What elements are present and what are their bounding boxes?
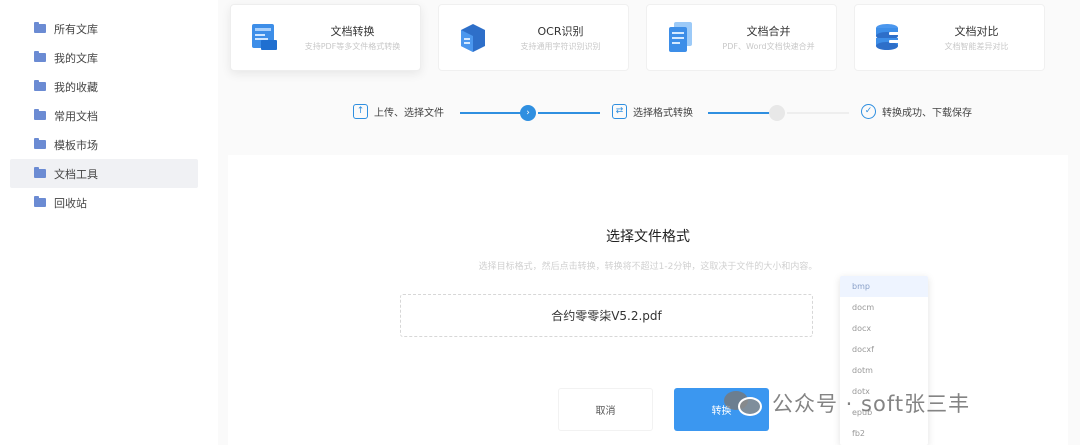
document-convert-icon <box>252 24 277 50</box>
step-connector <box>787 112 849 114</box>
sidebar-item-template-market[interactable]: 模板市场 <box>10 130 198 159</box>
tool-title: 文档合并 <box>746 25 791 38</box>
sidebar-item-label: 文档工具 <box>54 167 98 181</box>
sidebar-item-label: 我的收藏 <box>54 80 98 94</box>
step-connector <box>460 112 522 114</box>
document-merge-icon <box>669 22 692 52</box>
upload-icon: ↑ <box>353 104 368 119</box>
step-label: 上传、选择文件 <box>374 108 444 119</box>
folder-icon <box>34 22 46 33</box>
watermark: 公众号 · soft张三丰 <box>724 386 970 420</box>
file-name: 合约零零柒V5.2.pdf <box>551 309 662 323</box>
tool-title: OCR识别 <box>537 25 584 38</box>
step-upload: ↑ 上传、选择文件 <box>353 104 444 119</box>
sidebar-item-my-docs[interactable]: 我的文库 <box>10 43 198 72</box>
tool-subtitle: 文档智能差异对比 <box>944 42 1009 51</box>
progress-stepper: ↑ 上传、选择文件 › ⇄ 选择格式转换 ✓ 转换成功、下载保存 <box>218 98 1080 128</box>
format-option[interactable]: bmp <box>840 276 928 297</box>
main-content: 文档转换 支持PDF等多文件格式转换 OCR识别 支持通用字符识别识别 文档合并… <box>218 0 1080 445</box>
sidebar: 所有文库 我的文库 我的收藏 常用文档 模板市场 文档工具 回收站 <box>0 0 218 445</box>
sidebar-item-label: 所有文库 <box>54 22 98 36</box>
format-option[interactable]: docx <box>840 318 928 339</box>
step-connector <box>708 112 770 114</box>
check-circle-icon: ✓ <box>861 104 876 119</box>
step-pending-dot <box>769 105 785 121</box>
tool-card-doc-convert[interactable]: 文档转换 支持PDF等多文件格式转换 <box>230 4 421 71</box>
wechat-icon <box>724 389 764 417</box>
sidebar-item-all-docs[interactable]: 所有文库 <box>10 14 198 43</box>
format-option[interactable]: fb2 <box>840 423 928 444</box>
folder-icon <box>34 138 46 149</box>
tool-subtitle: PDF、Word文档快速合并 <box>722 42 815 51</box>
watermark-text: 公众号 · soft张三丰 <box>772 392 971 416</box>
selected-file-box[interactable]: 合约零零柒V5.2.pdf <box>400 294 813 337</box>
tool-title: 文档对比 <box>954 25 999 38</box>
format-option[interactable]: docxf <box>840 339 928 360</box>
tool-card-ocr[interactable]: OCR识别 支持通用字符识别识别 <box>438 4 629 71</box>
tool-card-doc-compare[interactable]: 文档对比 文档智能差异对比 <box>854 4 1045 71</box>
step-connector <box>538 112 600 114</box>
step-current-dot: › <box>520 105 536 121</box>
sidebar-item-label: 我的文库 <box>54 51 98 65</box>
tool-title: 文档转换 <box>330 25 375 38</box>
step-label: 转换成功、下载保存 <box>882 108 972 119</box>
sidebar-item-label: 回收站 <box>54 196 87 210</box>
tool-subtitle: 支持通用字符识别识别 <box>520 42 601 51</box>
app-window: 所有文库 我的文库 我的收藏 常用文档 模板市场 文档工具 回收站 文档转换 支… <box>0 0 1080 445</box>
step-select-format: ⇄ 选择格式转换 <box>612 104 693 119</box>
sidebar-item-label: 常用文档 <box>54 109 98 123</box>
sidebar-item-recycle-bin[interactable]: 回收站 <box>10 188 198 217</box>
ocr-scan-icon <box>461 24 485 52</box>
sidebar-item-common-docs[interactable]: 常用文档 <box>10 101 198 130</box>
folder-icon <box>34 167 46 178</box>
document-compare-icon <box>876 24 901 50</box>
page-title: 选择文件格式 <box>606 229 690 245</box>
sidebar-item-doc-tools[interactable]: 文档工具 <box>10 159 198 188</box>
step-label: 选择格式转换 <box>633 108 693 119</box>
tool-card-doc-merge[interactable]: 文档合并 PDF、Word文档快速合并 <box>646 4 837 71</box>
folder-icon <box>34 51 46 62</box>
step-done: ✓ 转换成功、下载保存 <box>861 104 972 119</box>
format-option[interactable]: docm <box>840 297 928 318</box>
panel-description: 选择目标格式，然后点击转换，转换将不超过1-2分钟，这取决于文件的大小和内容。 <box>478 262 818 272</box>
folder-icon <box>34 196 46 207</box>
folder-icon <box>34 109 46 120</box>
format-convert-icon: ⇄ <box>612 104 627 119</box>
tool-subtitle: 支持PDF等多文件格式转换 <box>304 42 401 51</box>
sidebar-item-label: 模板市场 <box>54 138 98 152</box>
folder-icon <box>34 80 46 91</box>
format-option[interactable]: dotm <box>840 360 928 381</box>
cancel-button[interactable]: 取消 <box>558 388 653 431</box>
sidebar-item-favorites[interactable]: 我的收藏 <box>10 72 198 101</box>
